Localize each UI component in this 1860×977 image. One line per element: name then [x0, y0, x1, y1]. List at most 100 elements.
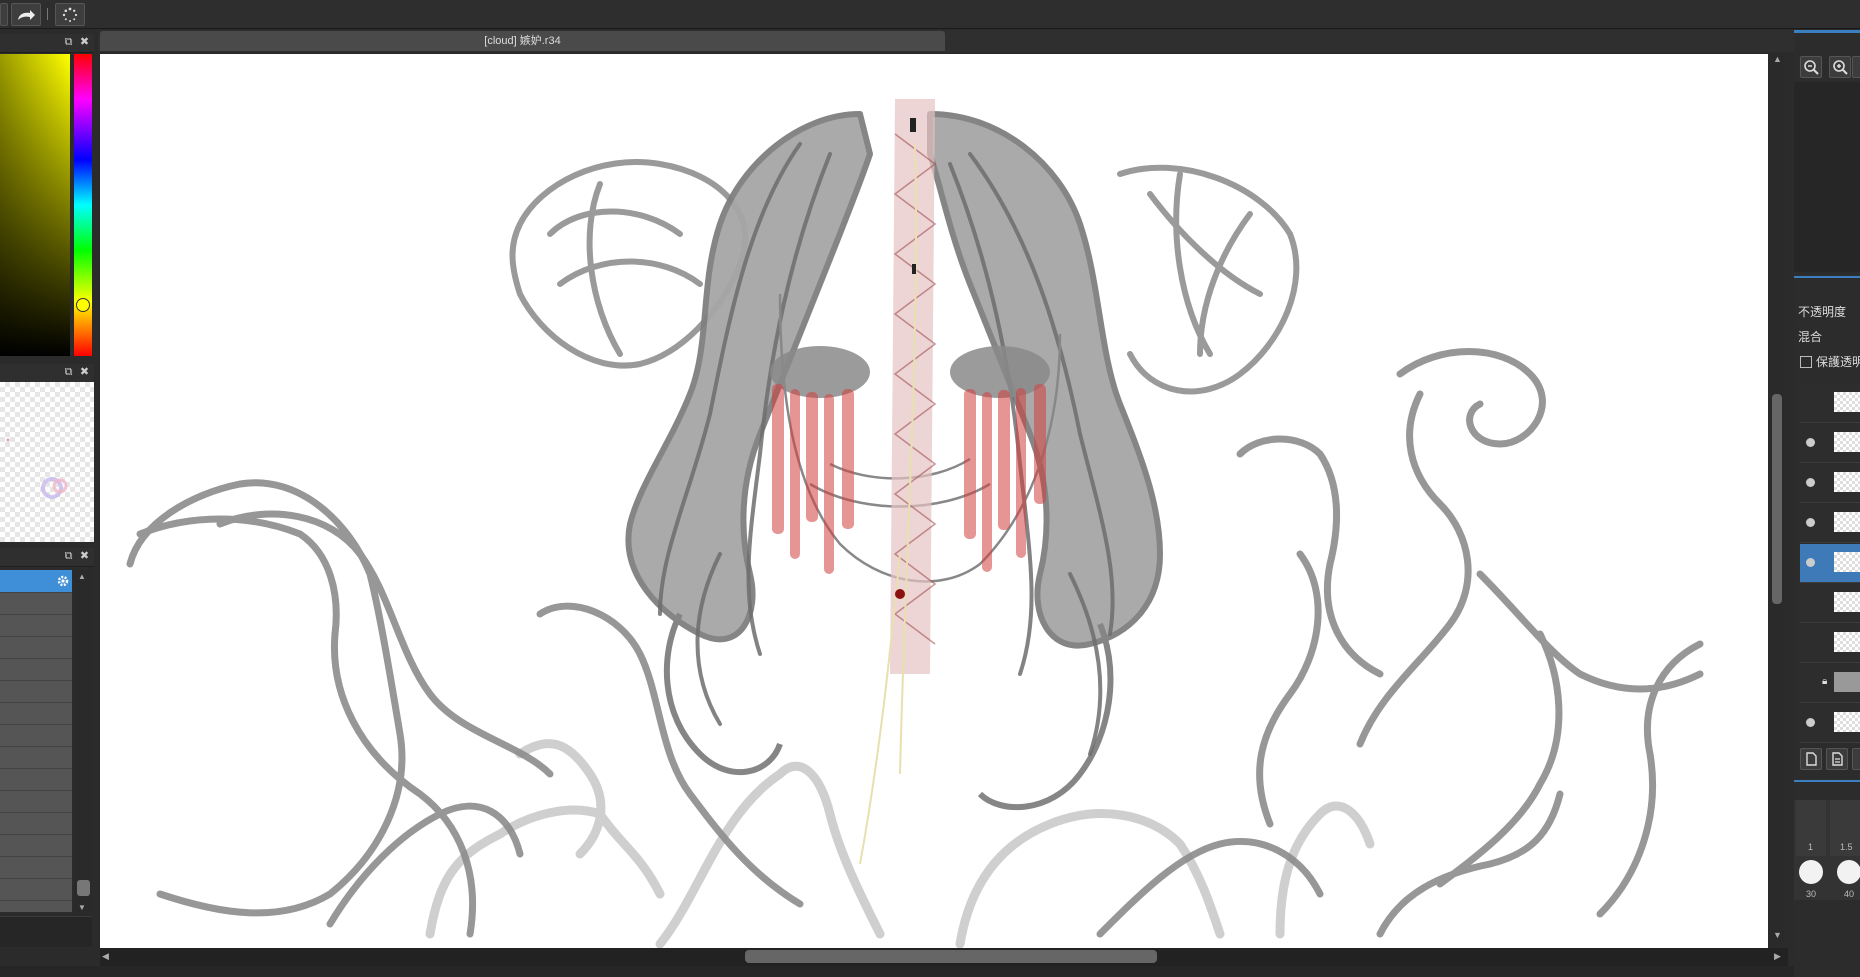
- document-tab[interactable]: [cloud] 嫉妒.r34: [100, 31, 945, 51]
- brush-item-selected[interactable]: [0, 570, 72, 593]
- visibility-eye-icon[interactable]: [1806, 718, 1815, 727]
- layer-thumbnail: [1834, 512, 1860, 532]
- panel-accent-line: [1794, 276, 1860, 278]
- scrollbar-thumb[interactable]: [77, 880, 90, 896]
- scroll-up-arrow-icon[interactable]: ▲: [78, 572, 86, 581]
- blend-mode-label: 混合: [1798, 330, 1823, 344]
- layer-thumbnail: [1834, 392, 1860, 412]
- zoom-in-button[interactable]: [1829, 56, 1851, 78]
- hue-slider-handle[interactable]: [76, 298, 90, 312]
- brush-item[interactable]: [0, 834, 72, 857]
- layer-thumbnail: [1834, 552, 1860, 572]
- scroll-down-arrow-icon[interactable]: ▼: [1773, 930, 1782, 940]
- close-icon[interactable]: ✖: [79, 551, 90, 562]
- layer-item[interactable]: [1800, 704, 1860, 743]
- brush-item[interactable]: [0, 658, 72, 681]
- brush-item[interactable]: [0, 746, 72, 769]
- lock-icon[interactable]: 🔒︎: [1822, 676, 1827, 687]
- loading-button[interactable]: [55, 3, 85, 26]
- zoom-out-button[interactable]: [1800, 56, 1822, 78]
- brush-item[interactable]: [0, 702, 72, 725]
- new-layer-button[interactable]: [1800, 748, 1822, 770]
- layer-thumbnail: [1834, 432, 1860, 452]
- zoom-extra-button[interactable]: [1852, 56, 1860, 78]
- scroll-right-arrow-icon[interactable]: ▶: [1774, 951, 1781, 962]
- layer-item[interactable]: [1800, 464, 1860, 503]
- brush-size-dot[interactable]: [1837, 860, 1860, 884]
- toolbar-separator: [47, 8, 48, 20]
- color-panel-header: ⧉ ✖: [0, 34, 94, 53]
- brush-item[interactable]: [0, 592, 72, 615]
- new-page-icon: [1806, 752, 1817, 766]
- brush-item[interactable]: [0, 790, 72, 813]
- brush-item[interactable]: [0, 680, 72, 703]
- spinner-icon: [62, 7, 78, 22]
- visibility-eye-icon[interactable]: [1806, 558, 1815, 567]
- duplicate-page-icon: [1832, 752, 1843, 766]
- navigator-panel-header: ⧉ ✖: [0, 364, 94, 383]
- brush-item[interactable]: [0, 768, 72, 791]
- layer-item[interactable]: [1800, 424, 1860, 463]
- brush-list-scrollbar[interactable]: ▲ ▼: [74, 570, 92, 916]
- redo-arrow-icon: [18, 9, 35, 20]
- canvas-vertical-scrollbar[interactable]: ▲ ▼: [1770, 54, 1784, 944]
- layer-item[interactable]: [1800, 624, 1860, 663]
- scroll-down-arrow-icon[interactable]: ▼: [78, 903, 86, 912]
- navigator-preview[interactable]: [0, 382, 94, 542]
- popout-icon[interactable]: ⧉: [63, 367, 74, 378]
- protect-transparency-checkbox[interactable]: [1800, 356, 1812, 368]
- visibility-eye-icon[interactable]: [1806, 478, 1815, 487]
- close-icon[interactable]: ✖: [79, 367, 90, 378]
- top-toolbar: [0, 0, 1860, 29]
- brush-size-value: 40: [1844, 889, 1855, 899]
- canvas-horizontal-scrollbar[interactable]: ◀ ▶: [100, 948, 1788, 966]
- drawing-canvas[interactable]: [100, 54, 1768, 948]
- brush-item[interactable]: [0, 856, 72, 879]
- scroll-up-arrow-icon[interactable]: ▲: [1773, 54, 1782, 64]
- layer-action-button[interactable]: [1852, 748, 1860, 770]
- layer-item[interactable]: [1800, 504, 1860, 543]
- layer-thumbnail: [1834, 632, 1860, 652]
- layer-thumbnail: [1834, 712, 1860, 732]
- brush-size-dot[interactable]: [1799, 860, 1823, 884]
- navigator-thumbnail: [6, 438, 68, 499]
- visibility-eye-icon[interactable]: [1806, 518, 1815, 527]
- popout-icon[interactable]: ⧉: [63, 551, 74, 562]
- popout-icon[interactable]: ⧉: [63, 37, 74, 48]
- opacity-label: 不透明度: [1798, 305, 1847, 319]
- protect-transparency-label: 保護透明: [1816, 355, 1860, 369]
- visibility-eye-icon[interactable]: [1806, 438, 1815, 447]
- layer-item[interactable]: 🔒︎: [1800, 664, 1860, 703]
- brush-item[interactable]: [0, 878, 72, 901]
- artwork: [126, 99, 1704, 948]
- duplicate-layer-button[interactable]: [1826, 748, 1848, 770]
- status-bar: [0, 966, 1794, 977]
- color-saturation-value-picker[interactable]: [0, 54, 70, 356]
- brush-item[interactable]: [0, 812, 72, 835]
- brush-list: [0, 570, 72, 912]
- scrollbar-thumb[interactable]: [745, 950, 1157, 963]
- brush-item[interactable]: [0, 614, 72, 637]
- redo-button[interactable]: [11, 3, 41, 26]
- layer-thumbnail: [1834, 472, 1860, 492]
- close-icon[interactable]: ✖: [79, 37, 90, 48]
- panel-accent-line: [1794, 30, 1860, 33]
- zoom-in-icon: [1833, 60, 1848, 75]
- brush-size-value: 1: [1808, 842, 1814, 852]
- brush-size-value: 1.5: [1840, 842, 1853, 852]
- brush-item[interactable]: [0, 724, 72, 747]
- layer-thumbnail: [1834, 672, 1860, 692]
- brush-panel-header: ⧉ ✖: [0, 548, 94, 567]
- undo-button[interactable]: [0, 3, 8, 26]
- scrollbar-thumb[interactable]: [1772, 394, 1782, 604]
- layer-item-selected[interactable]: [1800, 544, 1860, 583]
- layer-thumbnail: [1834, 592, 1860, 612]
- brush-size-value: 30: [1806, 889, 1817, 899]
- brush-item[interactable]: [0, 636, 72, 659]
- layer-item[interactable]: [1800, 584, 1860, 623]
- zoom-out-icon: [1804, 60, 1819, 75]
- gear-icon[interactable]: [56, 574, 70, 588]
- layer-item[interactable]: [1800, 384, 1860, 423]
- brush-panel-footer: [0, 916, 92, 947]
- scroll-left-arrow-icon[interactable]: ◀: [102, 951, 109, 962]
